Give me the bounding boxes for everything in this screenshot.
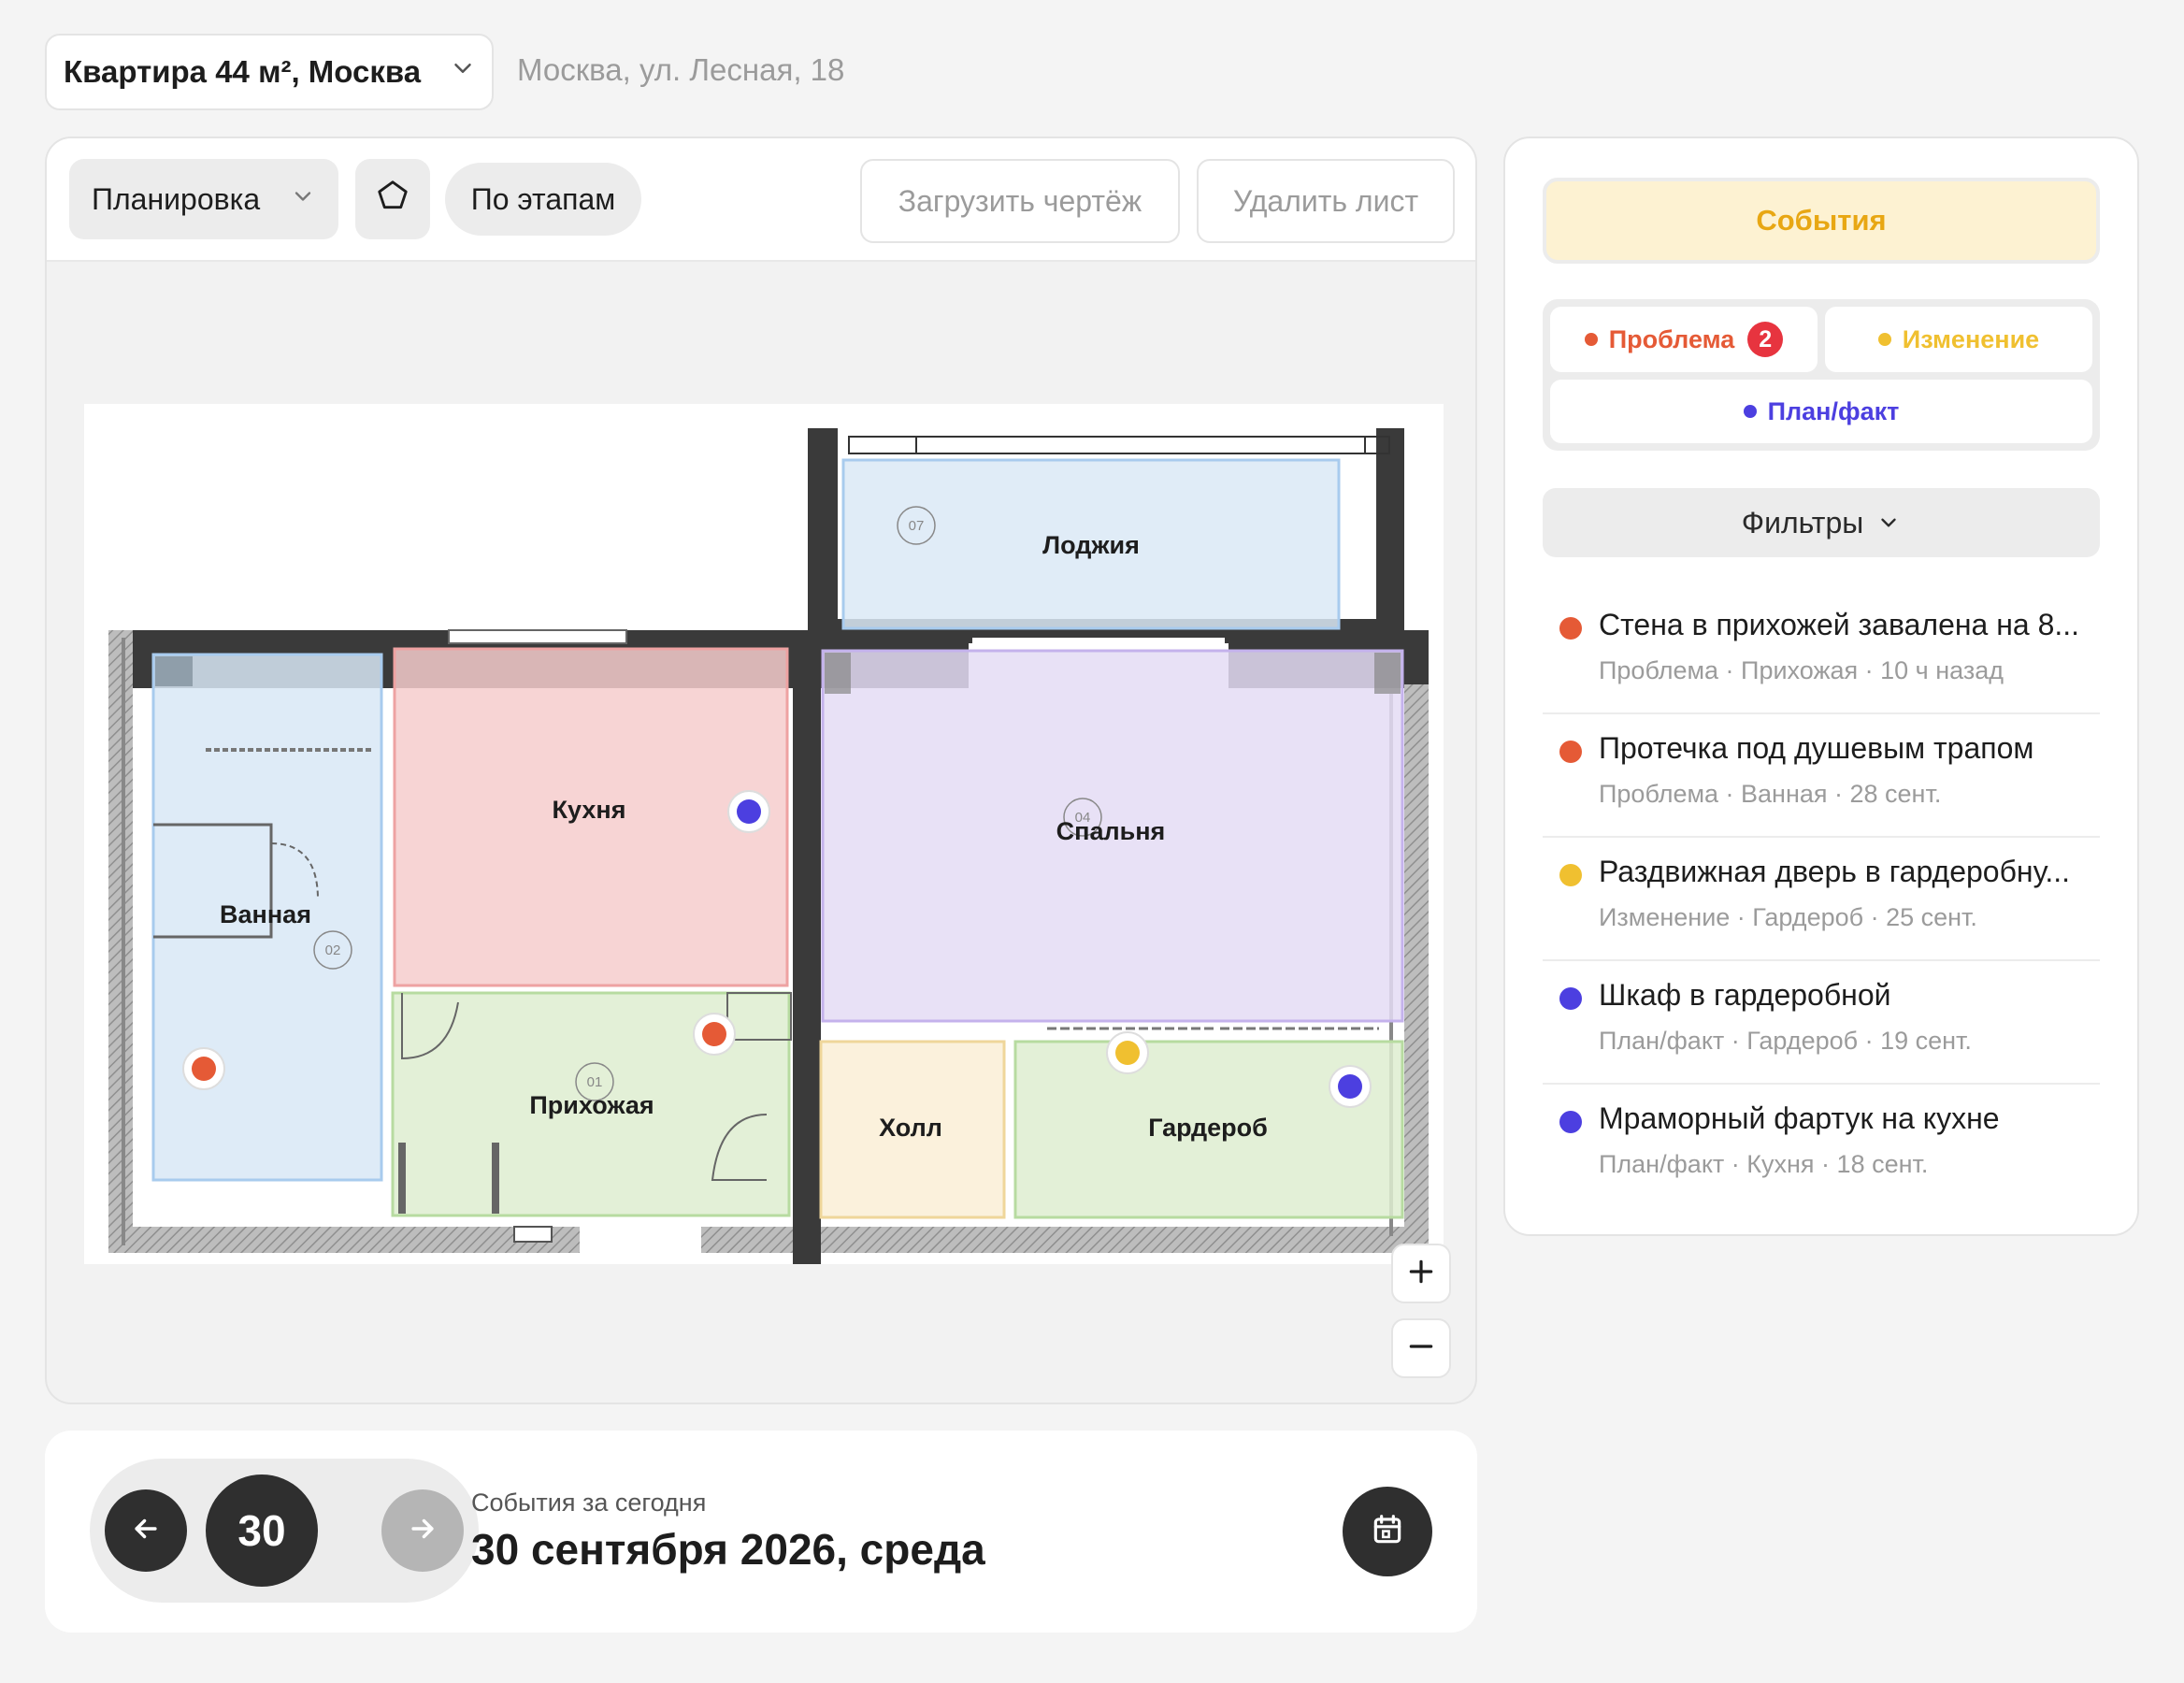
room-bathroom-label: Ванная (220, 900, 311, 928)
zoom-out-button[interactable] (1391, 1318, 1451, 1378)
room-wardrobe-label: Гардероб (1148, 1114, 1268, 1142)
room-bedroom-label: Спальня (1056, 817, 1166, 845)
problem-dot-icon (1559, 617, 1582, 640)
minus-icon (1406, 1331, 1436, 1366)
arrow-left-icon (130, 1513, 162, 1549)
date-navigator: 30 (90, 1459, 479, 1603)
plus-icon (1406, 1257, 1436, 1291)
event-title: Мраморный фартук на кухне (1599, 1101, 2000, 1135)
planfact-dot-icon (1559, 987, 1582, 1010)
room-hall-label: Холл (879, 1114, 942, 1142)
event-meta: Изменение · Гардероб · 25 сент. (1599, 903, 1977, 931)
room-bathroom-number: 02 (325, 942, 341, 958)
room-loggia-number: 07 (909, 518, 925, 534)
type-problem-label: Проблема (1608, 324, 1735, 353)
type-planfact-button[interactable]: План/факт (1550, 380, 2092, 443)
event-title: Шкаф в гардеробной (1599, 978, 1891, 1012)
pentagon-icon (375, 178, 410, 221)
room-wardrobe[interactable]: Гардероб (1013, 1027, 1404, 1219)
planfact-dot-icon (1743, 405, 1757, 418)
event-title: Стена в прихожей завалена на 8... (1599, 608, 2080, 641)
project-name: Квартира 44 м², Москва (64, 54, 422, 89)
project-select[interactable]: Квартира 44 м², Москва (45, 34, 494, 110)
room-hallway-label: Прихожая (529, 1091, 654, 1119)
event-type-filter: Проблема 2 Изменение План/факт (1543, 299, 2100, 451)
next-day-button[interactable] (381, 1489, 464, 1572)
calendar-icon (1370, 1512, 1405, 1552)
upload-drawing-label: Загрузить чертёж (898, 183, 1142, 218)
problem-dot-icon (1559, 741, 1582, 763)
change-dot-icon (1877, 333, 1891, 346)
chevron-down-icon (1876, 511, 1901, 535)
event-item[interactable]: Раздвижная дверь в гардеробну... Изменен… (1543, 838, 2100, 961)
event-item[interactable]: Мраморный фартук на кухне План/факт · Ку… (1543, 1085, 2100, 1208)
plan-card: Планировка По этапам Загрузить чертёж Уд… (45, 137, 1477, 1404)
room-loggia[interactable]: 07 Лоджия (841, 458, 1341, 630)
delete-sheet-button[interactable]: Удалить лист (1197, 159, 1455, 243)
type-problem-button[interactable]: Проблема 2 (1550, 307, 1818, 372)
marker-problem-hallway[interactable] (693, 1013, 736, 1056)
change-dot-icon (1559, 864, 1582, 886)
marker-problem-bathroom[interactable] (182, 1047, 225, 1090)
date-caption: События за сегодня (471, 1489, 707, 1517)
chevron-down-icon (290, 182, 316, 217)
polygon-tool-button[interactable] (355, 159, 430, 239)
event-item[interactable]: Протечка под душевым трапом Проблема · В… (1543, 714, 2100, 838)
events-panel: События Проблема 2 Изменение План/факт Ф… (1503, 137, 2139, 1236)
layout-select[interactable]: Планировка (69, 159, 338, 239)
layout-select-label: Планировка (92, 181, 261, 216)
event-title: Протечка под душевым трапом (1599, 731, 2034, 765)
room-hallway-number: 01 (587, 1074, 603, 1090)
chevron-down-icon (449, 54, 477, 90)
type-change-button[interactable]: Изменение (1825, 307, 2092, 372)
problem-dot-icon (1584, 333, 1598, 346)
room-loggia-label: Лоджия (1042, 531, 1140, 559)
event-meta: Проблема · Прихожая · 10 ч назад (1599, 656, 2004, 684)
problem-count-badge: 2 (1747, 322, 1784, 357)
stages-button-label: По этапам (470, 181, 616, 216)
zoom-in-button[interactable] (1391, 1244, 1451, 1303)
event-meta: План/факт · Кухня · 18 сент. (1599, 1150, 1929, 1178)
events-tab[interactable]: События (1543, 178, 2100, 264)
upload-drawing-button[interactable]: Загрузить чертёж (860, 159, 1180, 243)
current-date: 30 сентября 2026, среда (471, 1525, 985, 1574)
event-meta: Проблема · Ванная · 28 сент. (1599, 780, 1942, 808)
arrow-right-icon (407, 1513, 438, 1549)
room-hall[interactable]: Холл (819, 1040, 1006, 1219)
filters-label: Фильтры (1741, 505, 1864, 539)
marker-planfact-kitchen[interactable] (727, 790, 770, 833)
date-bar: 30 События за сегодня 30 сентября 2026, … (45, 1431, 1477, 1633)
stages-button[interactable]: По этапам (445, 163, 641, 236)
filters-button[interactable]: Фильтры (1543, 488, 2100, 557)
floor-plan[interactable]: 07 Лоджия Кухня 04 Спальня 02 Ванная 01 … (84, 404, 1444, 1264)
event-item[interactable]: Шкаф в гардеробной План/факт · Гардероб … (1543, 961, 2100, 1085)
type-planfact-label: План/факт (1767, 396, 1900, 425)
current-day-badge: 30 (206, 1474, 318, 1587)
delete-sheet-label: Удалить лист (1232, 183, 1419, 218)
prev-day-button[interactable] (105, 1489, 187, 1572)
planfact-dot-icon (1559, 1111, 1582, 1133)
event-meta: План/факт · Гардероб · 19 сент. (1599, 1027, 1972, 1055)
marker-planfact-wardrobe[interactable] (1329, 1065, 1372, 1108)
event-item[interactable]: Стена в прихожей завалена на 8... Пробле… (1543, 591, 2100, 714)
calendar-button[interactable] (1343, 1487, 1432, 1576)
type-change-label: Изменение (1902, 324, 2040, 353)
room-kitchen-label: Кухня (553, 796, 626, 824)
project-address: Москва, ул. Лесная, 18 (517, 52, 845, 87)
plan-toolbar: Планировка По этапам Загрузить чертёж Уд… (47, 138, 1475, 262)
events-tab-label: События (1756, 204, 1887, 237)
room-bathroom[interactable]: 02 Ванная (151, 653, 383, 1182)
room-bedroom[interactable]: 04 Спальня (821, 649, 1404, 1023)
marker-change-wardrobe[interactable] (1106, 1031, 1149, 1074)
event-title: Раздвижная дверь в гардеробну... (1599, 855, 2071, 888)
